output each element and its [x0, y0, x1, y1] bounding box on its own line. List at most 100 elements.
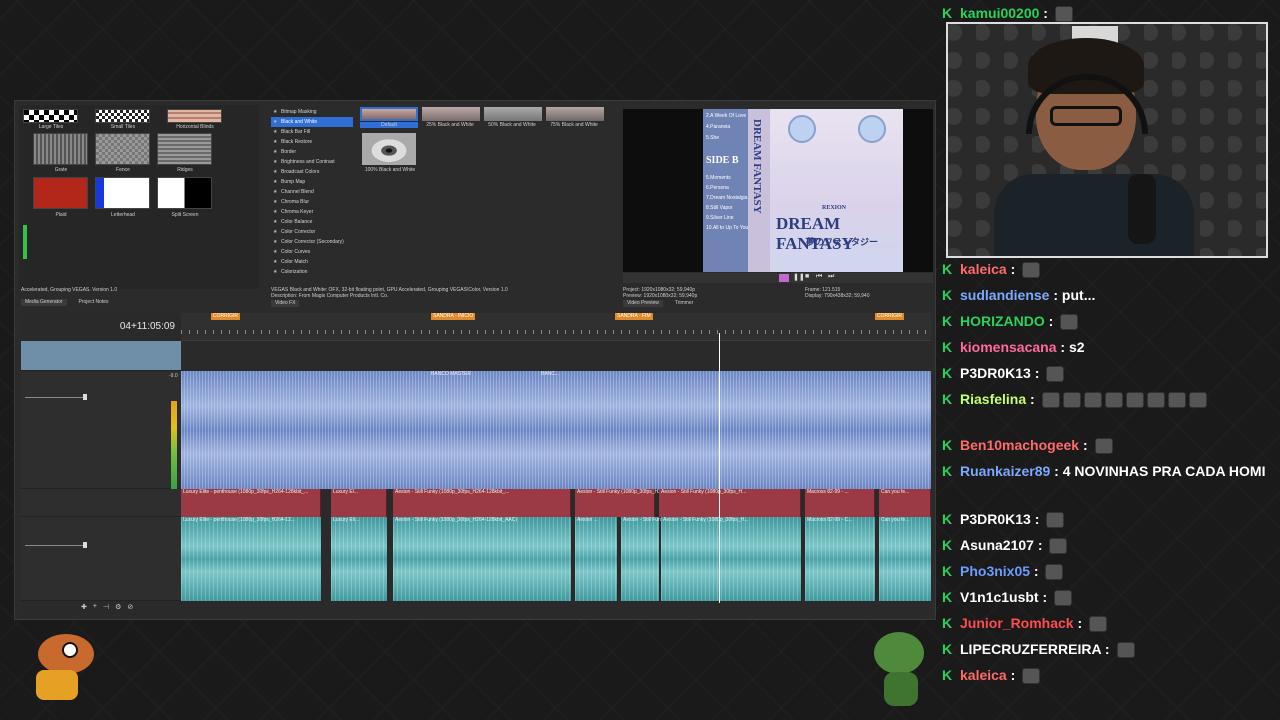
preset-25[interactable]: [422, 107, 480, 121]
transition-horizontal-blinds[interactable]: [167, 109, 222, 123]
stop-icon[interactable]: ■: [805, 273, 809, 280]
tab-media-generator[interactable]: Media Generator: [21, 299, 67, 306]
fx-item[interactable]: Color Corrector (Secondary): [271, 237, 353, 247]
chat-emote-icon: [1041, 392, 1060, 409]
volume-slider[interactable]: [25, 397, 85, 398]
video-clip[interactable]: Luxury Elite - penthouse (1080p_30fps_H2…: [181, 489, 321, 517]
fx-item[interactable]: Brightness and Contrast: [271, 157, 353, 167]
chat-username[interactable]: Pho3nix05: [960, 563, 1030, 579]
chat-username[interactable]: P3DR0K13: [960, 365, 1031, 381]
audio-clip[interactable]: Aesion ...: [575, 517, 617, 601]
tab-trimmer[interactable]: Trimmer: [671, 300, 697, 307]
track-header-video-2[interactable]: [21, 489, 181, 517]
transition-fence[interactable]: [95, 133, 150, 165]
kick-badge-icon: K: [942, 391, 953, 407]
video-clip[interactable]: Macross 82-99 - ...: [805, 489, 875, 517]
transition-split-screen[interactable]: [157, 177, 212, 209]
chat-username[interactable]: V1n1c1usbt: [960, 589, 1039, 605]
fx-item[interactable]: Chroma Blur: [271, 197, 353, 207]
chat-username[interactable]: HORIZANDO: [960, 313, 1045, 329]
chat-username[interactable]: kaleica: [960, 261, 1007, 277]
album-artist: REXION: [822, 205, 847, 211]
pepe-body: [884, 672, 918, 706]
fx-item[interactable]: Colorization: [271, 267, 353, 277]
video-clip[interactable]: Aesion - Still Funky (1080p_30fps_H...: [659, 489, 801, 517]
track-header-audio-2[interactable]: [21, 517, 181, 601]
person-body: [994, 174, 1194, 256]
chat-username[interactable]: Asuna2107: [960, 537, 1034, 553]
chat-username[interactable]: kamui00200: [960, 5, 1039, 21]
fx-item[interactable]: Color Corrector: [271, 227, 353, 237]
preset-50[interactable]: [484, 107, 542, 121]
audio-track-master[interactable]: BANCO MASTER BANC...: [181, 371, 931, 489]
timeline-ruler[interactable]: CORRIGIR SANDRA - INICIO SANDRA - FIM CO…: [181, 313, 931, 341]
fx-item[interactable]: Bump Map: [271, 177, 353, 187]
slider-handle[interactable]: [83, 394, 87, 400]
chat-username[interactable]: Ruankaizer89: [960, 463, 1050, 479]
video-clip[interactable]: Luxury El...: [331, 489, 387, 517]
transition-ridges[interactable]: [157, 133, 212, 165]
next-frame-icon[interactable]: ⏭: [828, 273, 834, 281]
transition-large-tiles[interactable]: [23, 109, 78, 123]
fx-item[interactable]: Black Bar Fill: [271, 127, 353, 137]
preset-100[interactable]: [362, 133, 416, 165]
tab-project-notes[interactable]: Project Notes: [75, 299, 113, 306]
transition-plaid[interactable]: [33, 177, 88, 209]
fx-item[interactable]: Chroma Keyer: [271, 207, 353, 217]
video-clip[interactable]: Can you fe...: [879, 489, 931, 517]
tab-video-fx[interactable]: Video FX: [271, 300, 300, 307]
fx-item[interactable]: Color Balance: [271, 217, 353, 227]
volume-slider[interactable]: [25, 545, 85, 546]
add-icon[interactable]: +: [93, 603, 97, 611]
transition-label: Grate: [54, 167, 68, 173]
transition-grate[interactable]: [33, 133, 88, 165]
marker[interactable]: CORRIGIR: [211, 313, 240, 320]
marker[interactable]: SANDRA - INICIO: [431, 313, 476, 320]
settings-icon[interactable]: ⚙: [115, 603, 121, 611]
chat-username[interactable]: kaleica: [960, 667, 1007, 683]
audio-clip[interactable]: Macross 82-99 - C...: [805, 517, 875, 601]
transition-letterhead[interactable]: [95, 177, 150, 209]
fx-item[interactable]: Color Curves: [271, 247, 353, 257]
video-clip[interactable]: Aesion - Still Funky (1080p_30fps_H264-1…: [575, 489, 675, 517]
preset-default[interactable]: [360, 107, 418, 121]
chat-username[interactable]: P3DR0K13: [960, 511, 1031, 527]
chat-username[interactable]: LIPECRUZFERREIRA: [960, 641, 1101, 657]
audio-clip[interactable]: Aesion - Still Funky (1080p_30fps_H...: [661, 517, 801, 601]
track-header-video[interactable]: [21, 341, 181, 371]
video-clip[interactable]: Aesion - Still Funky (1080p_30fps_H264-1…: [393, 489, 571, 517]
audio-clip[interactable]: Luxury Elite - penthouse (1080p_30fps_H2…: [181, 517, 321, 601]
chat-username[interactable]: sudlandiense: [960, 287, 1049, 303]
prev-frame-icon[interactable]: ⏮: [816, 273, 822, 281]
fx-item[interactable]: Black and White: [271, 117, 353, 127]
transition-small-tiles[interactable]: [95, 109, 150, 123]
fx-item[interactable]: Border: [271, 147, 353, 157]
marker[interactable]: SANDRA - FIM: [615, 313, 653, 320]
fx-item[interactable]: Bitmap Masking: [271, 107, 353, 117]
play-button[interactable]: [779, 274, 789, 282]
chat-message: K P3DR0K13 :: [942, 362, 1272, 384]
add-track-icon[interactable]: ✚: [81, 603, 87, 611]
audio-clip[interactable]: Aesion - Still Funky (1080p_30fps_H264-1…: [621, 517, 737, 601]
chat-username[interactable]: Riasfelina: [960, 391, 1026, 407]
chat-username[interactable]: kiomensacana: [960, 339, 1057, 355]
tab-video-preview[interactable]: Video Preview: [623, 300, 663, 307]
kick-badge-icon: K: [942, 537, 953, 553]
audio-clip[interactable]: Can you fe...: [879, 517, 931, 601]
fx-item[interactable]: Black Restore: [271, 137, 353, 147]
lock-icon[interactable]: ⊘: [127, 603, 133, 611]
fx-item[interactable]: Color Match: [271, 257, 353, 267]
fx-item[interactable]: Broadcast Colors: [271, 167, 353, 177]
audio-clip[interactable]: Luxury Eli...: [331, 517, 387, 601]
split-icon[interactable]: ⊣: [103, 603, 109, 611]
slider-handle[interactable]: [83, 542, 87, 548]
track-header-audio-master[interactable]: -9.0: [21, 371, 181, 489]
preset-75[interactable]: [546, 107, 604, 121]
audio-clip[interactable]: Aesion - Still Funky (1080p_30fps_H264-1…: [393, 517, 571, 601]
marker[interactable]: CORRIGIR: [875, 313, 904, 320]
playhead[interactable]: [719, 333, 720, 603]
fx-item[interactable]: Channel Blend: [271, 187, 353, 197]
pause-icon[interactable]: ❚❚: [793, 273, 805, 281]
chat-username[interactable]: Ben10machogeek: [960, 437, 1079, 453]
chat-username[interactable]: Junior_Romhack: [960, 615, 1074, 631]
